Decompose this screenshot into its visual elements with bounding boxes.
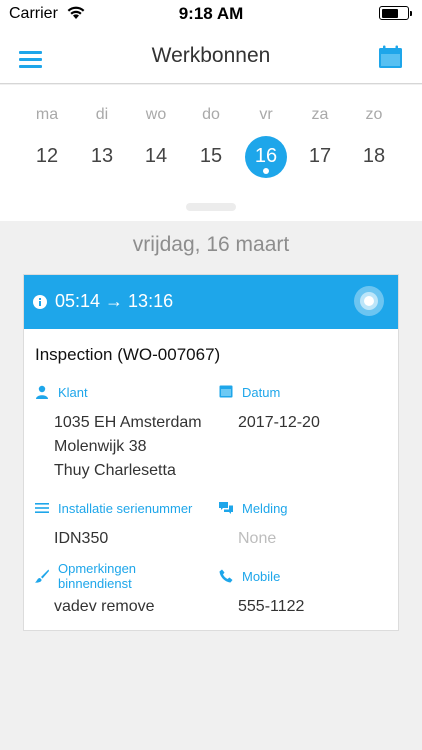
clock: 9:18 AM xyxy=(178,4,244,23)
melding-value: None xyxy=(238,530,277,547)
calendar-icon[interactable] xyxy=(378,45,403,69)
card-header: 05:14 → 13:16 xyxy=(24,275,398,329)
melding-label: Melding xyxy=(242,501,288,516)
day-sunday[interactable]: zo 18 xyxy=(346,85,402,195)
day-tuesday[interactable]: di 13 xyxy=(74,85,130,195)
day-number: 16 xyxy=(254,145,278,167)
installatie-value: IDN350 xyxy=(54,530,109,547)
work-order-title: Inspection (WO-007067) xyxy=(35,345,221,364)
battery-icon xyxy=(379,6,412,20)
mobile-value[interactable]: 555-1122 xyxy=(238,595,304,619)
day-name: do xyxy=(202,106,220,123)
klant-value: 1035 EH Amsterdam Molenwijk 38 Thuy Char… xyxy=(54,411,202,483)
day-name: di xyxy=(95,106,109,123)
datum-value: 2017-12-20 xyxy=(238,414,320,431)
status-bar: Carrier 9:18 AM xyxy=(0,0,422,30)
opmerkingen-label: Opmerkingen binnendienst xyxy=(58,561,136,591)
datum-label: Datum xyxy=(242,385,281,400)
klant-street-line: Molenwijk 38 xyxy=(54,438,147,455)
mobile-label: Mobile xyxy=(242,569,281,584)
day-number: 17 xyxy=(308,145,332,167)
person-icon xyxy=(36,385,48,399)
installatie-label: Installatie serienummer xyxy=(58,501,193,516)
chat-icon xyxy=(219,502,233,514)
day-number: 12 xyxy=(35,145,59,167)
expand-handle[interactable] xyxy=(186,203,236,211)
week-strip: ma 12 di 13 wo 14 do 15 vr 16 za 17 zo 1… xyxy=(0,85,422,221)
day-saturday[interactable]: za 17 xyxy=(292,85,348,195)
klant-name-line: Thuy Charlesetta xyxy=(54,462,176,479)
day-friday[interactable]: vr 16 xyxy=(238,85,294,195)
calendar-icon xyxy=(219,385,233,398)
info-icon xyxy=(33,295,47,309)
klant-postcode-line: 1035 EH Amsterdam xyxy=(54,414,202,431)
date-heading: vrijdag, 16 maart xyxy=(132,233,290,256)
opmerkingen-value: vadev remove xyxy=(54,598,155,615)
time-range: 05:14 → 13:16 xyxy=(55,291,174,311)
day-name: za xyxy=(311,106,329,123)
day-name: zo xyxy=(365,106,383,123)
brush-icon xyxy=(35,569,49,583)
day-wednesday[interactable]: wo 14 xyxy=(128,85,184,195)
day-number: 13 xyxy=(90,145,114,167)
work-order-card[interactable]: 05:14 → 13:16 Inspection (WO-007067) Kla… xyxy=(23,274,399,631)
day-number: 18 xyxy=(362,145,386,167)
day-name: wo xyxy=(145,106,167,123)
page-title: Werkbonnen xyxy=(151,44,271,67)
klant-label: Klant xyxy=(58,385,88,400)
day-thursday[interactable]: do 15 xyxy=(183,85,239,195)
day-name: vr xyxy=(259,106,273,123)
day-number: 15 xyxy=(199,145,223,167)
phone-icon xyxy=(219,569,233,583)
day-name: ma xyxy=(35,106,59,123)
nav-bar: Werkbonnen xyxy=(0,30,422,84)
list-icon xyxy=(35,503,49,513)
opmerkingen-label-line1: Opmerkingen xyxy=(58,561,137,576)
day-monday[interactable]: ma 12 xyxy=(19,85,75,195)
has-events-dot xyxy=(263,168,269,174)
opmerkingen-label-line2: binnendienst xyxy=(58,576,132,591)
status-indicator-icon[interactable] xyxy=(354,286,384,316)
day-number: 14 xyxy=(144,145,168,167)
